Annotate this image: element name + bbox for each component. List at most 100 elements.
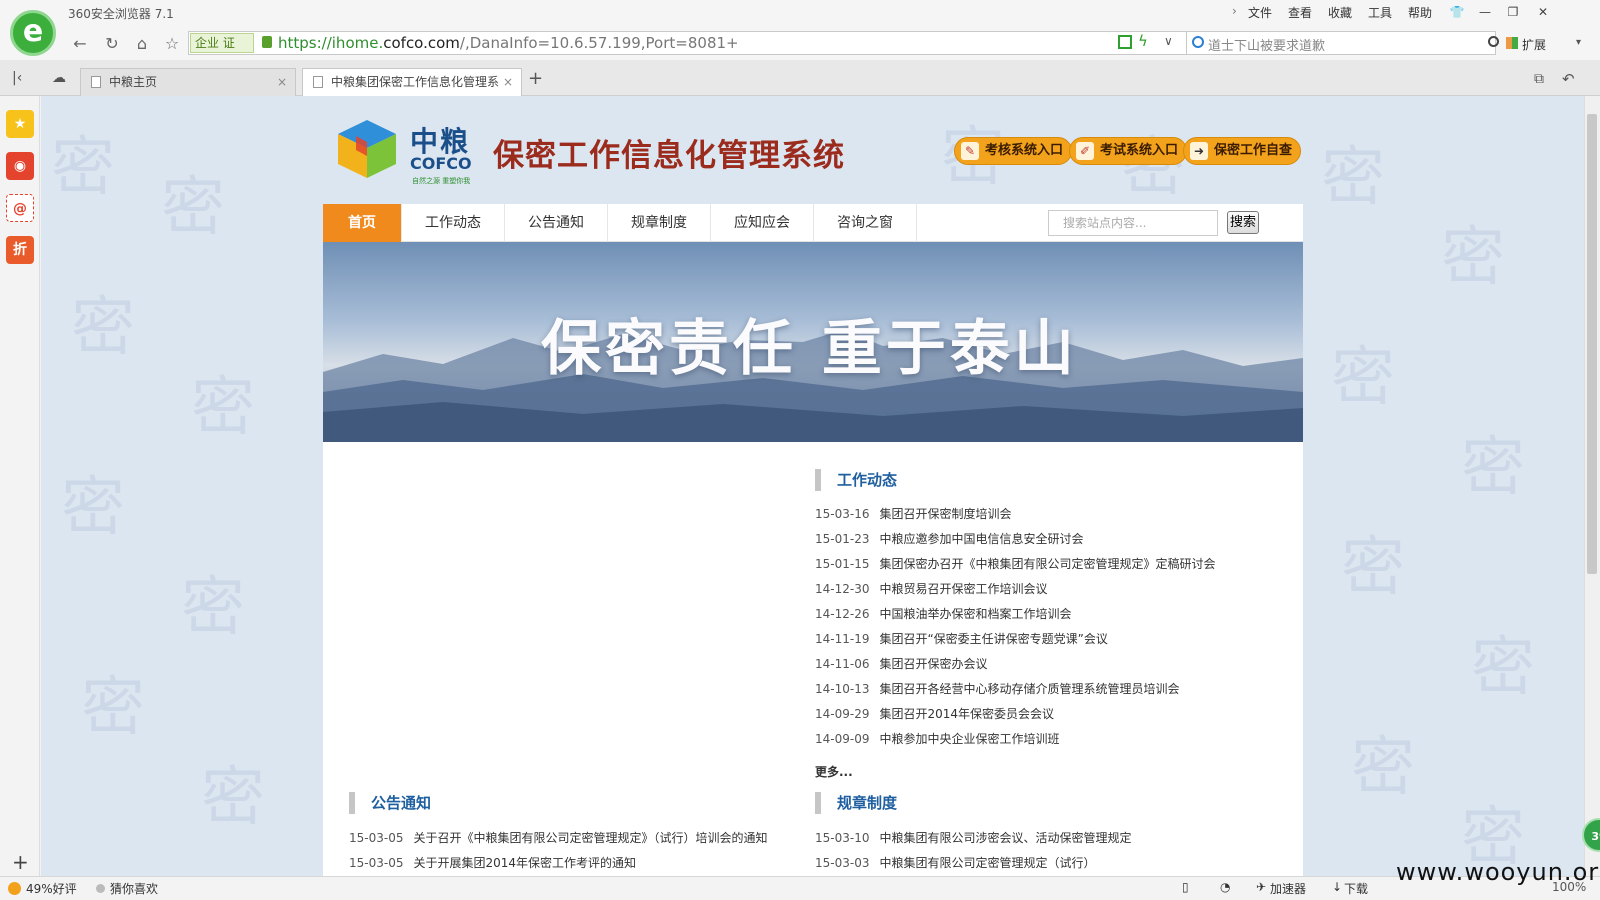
item-title[interactable]: 集团召开各经营中心移动存储介质管理系统管理员培训会 (879, 682, 1179, 696)
exam-system-link[interactable]: ✐ 考试系统入口 (1069, 137, 1188, 165)
nav-must-know[interactable]: 应知应会 (711, 204, 814, 242)
notices-title[interactable]: 公告通知 (349, 792, 431, 814)
tab-close-icon[interactable]: × (498, 69, 513, 95)
list-item[interactable]: 15-03-03 中粮集团有限公司定密管理规定（试行） (815, 851, 1265, 876)
list-item[interactable]: 14-09-09 中粮参加中央企业保密工作培训班 (815, 727, 1285, 752)
rating-icon (8, 882, 21, 895)
menu-file[interactable]: 文件 (1248, 4, 1272, 21)
self-check-link[interactable]: ➜ 保密工作自查 (1183, 137, 1302, 165)
item-title[interactable]: 集团召开“保密委主任讲保密专题党课”会议 (879, 632, 1107, 646)
add-sidebar-icon[interactable]: + (12, 850, 29, 874)
item-title[interactable]: 中国粮油举办保密和档案工作培训会 (879, 607, 1071, 621)
list-item[interactable]: 15-03-16 集团召开保密制度培训会 (815, 502, 1285, 527)
list-item[interactable]: 14-12-30 中粮贸易召开保密工作培训会议 (815, 577, 1285, 602)
qrcode-icon[interactable] (1118, 35, 1132, 49)
item-date: 15-03-16 (815, 507, 870, 521)
refresh-icon[interactable]: ↻ (100, 33, 124, 55)
download-icon[interactable]: ↓ (1332, 880, 1342, 894)
back-icon[interactable]: ← (68, 33, 92, 55)
browser-logo-icon[interactable]: e (10, 10, 56, 56)
background-decoration: 密 (1471, 631, 1535, 705)
work-updates-title[interactable]: 工作动态 (815, 469, 897, 491)
menu-help[interactable]: 帮助 (1408, 4, 1432, 21)
guess-you-like[interactable]: 猜你喜欢 (110, 880, 158, 897)
lightning-icon[interactable]: ϟ (1138, 32, 1148, 50)
tab-close-icon[interactable]: × (277, 69, 287, 95)
nav-regulations[interactable]: 规章制度 (608, 204, 711, 242)
list-item[interactable]: 14-11-19 集团召开“保密委主任讲保密专题党课”会议 (815, 627, 1285, 652)
star-icon[interactable]: ☆ (160, 33, 184, 55)
cloud-icon[interactable]: ☁ (52, 70, 66, 86)
url-dropdown-icon[interactable]: ∨ (1164, 34, 1173, 48)
item-title[interactable]: 集团召开2014年保密委员会会议 (879, 707, 1054, 721)
item-date: 14-12-30 (815, 582, 870, 596)
nav-consult[interactable]: 咨询之窗 (814, 204, 917, 242)
list-item[interactable]: 14-10-13 集团召开各经营中心移动存储介质管理系统管理员培训会 (815, 677, 1285, 702)
nav-work-updates[interactable]: 工作动态 (402, 204, 505, 242)
extensions-label[interactable]: 扩展 (1522, 36, 1546, 53)
nav-home[interactable]: 首页 (323, 204, 402, 242)
compat-icon[interactable]: ◔ (1220, 880, 1230, 894)
enterprise-cert-badge[interactable]: 企业 证 (190, 33, 254, 53)
download-label[interactable]: 下载 (1344, 880, 1368, 897)
assessment-system-link[interactable]: ✎ 考核系统入口 (954, 137, 1073, 165)
new-tab-icon[interactable]: + (528, 68, 543, 89)
menu-arrow-icon[interactable]: › (1232, 4, 1237, 18)
item-title[interactable]: 中粮贸易召开保密工作培训会议 (879, 582, 1047, 596)
item-title[interactable]: 集团保密办召开《中粮集团有限公司定密管理规定》定稿研讨会 (879, 557, 1215, 571)
tab-secrecy-system[interactable]: 中粮集团保密工作信息化管理系 × (302, 68, 522, 96)
mobile-icon[interactable]: ▯ (1182, 880, 1189, 894)
menu-view[interactable]: 查看 (1288, 4, 1312, 21)
item-title[interactable]: 中粮集团有限公司定密管理规定（试行） (879, 856, 1095, 870)
item-date: 14-11-06 (815, 657, 870, 671)
item-date: 15-01-15 (815, 557, 870, 571)
list-item[interactable]: 15-03-05 关于开展集团2014年保密工作考评的通知 (349, 851, 799, 876)
item-title[interactable]: 关于召开《中粮集团有限公司定密管理规定》（试行）培训会的通知 (413, 831, 767, 845)
regulations-title[interactable]: 规章制度 (815, 792, 897, 814)
site-search-input[interactable]: 搜索站点内容... (1048, 210, 1218, 236)
favorites-icon[interactable]: ★ (6, 110, 34, 138)
list-item[interactable]: 14-12-26 中国粮油举办保密和档案工作培训会 (815, 602, 1285, 627)
cofco-logo-icon[interactable] (334, 116, 400, 182)
item-title[interactable]: 中粮应邀参加中国电信信息安全研讨会 (879, 532, 1083, 546)
menu-tools[interactable]: 工具 (1368, 4, 1392, 21)
item-title[interactable]: 集团召开保密办会议 (879, 657, 987, 671)
extensions-dropdown-icon[interactable]: ▾ (1576, 37, 1581, 48)
accelerator-icon[interactable]: ✈ (1256, 880, 1266, 894)
nav-notices[interactable]: 公告通知 (505, 204, 608, 242)
item-title[interactable]: 关于开展集团2014年保密工作考评的通知 (413, 856, 636, 870)
list-item[interactable]: 15-03-05 关于召开《中粮集团有限公司定密管理规定》（试行）培训会的通知 (349, 826, 799, 851)
scrollbar-thumb[interactable] (1587, 114, 1597, 574)
sidebar-toggle-icon[interactable]: |‹ (12, 70, 22, 86)
url-text[interactable]: https://ihome.cofco.com/,DanaInfo=10.6.5… (278, 34, 739, 52)
search-engine-icon[interactable] (1192, 36, 1204, 48)
list-item[interactable]: 14-11-06 集团召开保密办会议 (815, 652, 1285, 677)
search-placeholder: 道士下山被要求道歉 (1208, 39, 1326, 54)
lock-icon[interactable] (262, 36, 272, 48)
item-title[interactable]: 中粮集团有限公司涉密会议、活动保密管理规定 (879, 831, 1131, 845)
minimize-button[interactable]: — (1472, 2, 1498, 22)
list-item[interactable]: 15-01-23 中粮应邀参加中国电信信息安全研讨会 (815, 527, 1285, 552)
extensions-icon[interactable] (1506, 37, 1518, 49)
home-icon[interactable]: ⌂ (130, 33, 154, 55)
close-window-button[interactable]: ✕ (1530, 2, 1556, 22)
item-title[interactable]: 集团召开保密制度培训会 (879, 507, 1011, 521)
list-item[interactable]: 14-09-29 集团召开2014年保密委员会会议 (815, 702, 1285, 727)
menu-favorites[interactable]: 收藏 (1328, 4, 1352, 21)
rating-text[interactable]: 49%好评 (26, 880, 77, 897)
undo-close-icon[interactable]: ↶ (1562, 70, 1575, 88)
item-title[interactable]: 中粮参加中央企业保密工作培训班 (879, 732, 1059, 746)
accelerator-label[interactable]: 加速器 (1270, 880, 1306, 897)
site-search-button[interactable]: 搜索 (1227, 211, 1259, 234)
maximize-button[interactable]: ❐ (1500, 2, 1526, 22)
weibo-icon[interactable]: ◉ (6, 152, 34, 180)
tab-restore-icon[interactable]: ⧉ (1534, 71, 1544, 87)
list-item[interactable]: 15-01-15 集团保密办召开《中粮集团有限公司定密管理规定》定稿研讨会 (815, 552, 1285, 577)
search-go-icon[interactable] (1488, 36, 1499, 47)
tab-home[interactable]: 中粮主页 × (80, 68, 296, 96)
skin-icon[interactable]: 👕 (1444, 2, 1470, 22)
more-link[interactable]: 更多... (815, 763, 853, 780)
mail-icon[interactable]: @ (6, 194, 34, 222)
list-item[interactable]: 15-03-10 中粮集团有限公司涉密会议、活动保密管理规定 (815, 826, 1265, 851)
discount-icon[interactable]: 折 (6, 236, 34, 264)
